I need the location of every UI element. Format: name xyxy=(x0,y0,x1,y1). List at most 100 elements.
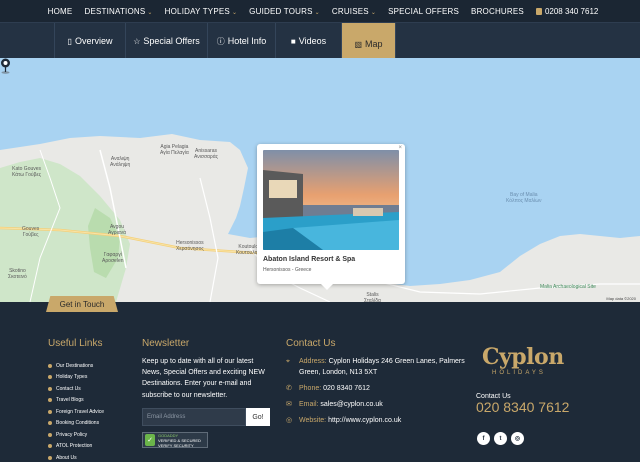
nav-item-cruises[interactable]: CRUISES ⌄ xyxy=(326,7,382,16)
location-pin-icon: ⌖ xyxy=(286,358,290,365)
map-label-hersonissos: Hersonissos Χερσόνησος xyxy=(176,240,204,252)
document-icon: ▯ xyxy=(67,36,72,46)
footer-link[interactable]: Foreign Travel Advice xyxy=(48,406,104,418)
bullet-icon xyxy=(48,375,52,380)
envelope-icon: ✉ xyxy=(286,401,292,408)
contact-phone-number[interactable]: 020 8340 7612 xyxy=(476,399,569,415)
newsletter-form: Email Address Go! xyxy=(142,408,270,426)
footer-link-label: Privacy Policy xyxy=(56,431,88,438)
bullet-icon xyxy=(48,409,52,414)
bullet-icon xyxy=(48,444,52,449)
tab-overview[interactable]: ▯ Overview xyxy=(54,23,126,59)
nav-item-special-offers[interactable]: SPECIAL OFFERS xyxy=(382,7,465,16)
contact-label: Email: xyxy=(299,401,319,408)
map-marker-icon[interactable] xyxy=(0,58,11,74)
info-icon: ⓘ xyxy=(216,36,225,46)
nav-item-label: DESTINATIONS xyxy=(84,6,146,16)
facebook-icon[interactable]: f xyxy=(477,432,490,445)
badge-line-2: VERIFIED & SECURED xyxy=(158,437,201,443)
footer-link[interactable]: About Us xyxy=(48,452,104,462)
newsletter-go-button[interactable]: Go! xyxy=(246,408,270,426)
map-data-credit: Map data ©2020 xyxy=(606,296,636,301)
contact-label: Address: xyxy=(299,358,327,365)
nav-item-brochures[interactable]: BROCHURES xyxy=(465,7,530,16)
tab-hotel-info[interactable]: ⓘ Hotel Info xyxy=(208,23,276,59)
map-label-malia-archaeological-site: Malia Archaeological Site xyxy=(540,284,596,290)
chevron-down-icon: ⌄ xyxy=(314,9,320,16)
hotel-popup-title: Abaton Island Resort & Spa xyxy=(263,256,356,263)
footer-link[interactable]: Privacy Policy xyxy=(48,429,104,441)
site-footer: Useful Links Our Destinations Holiday Typ… xyxy=(0,302,640,462)
map-label-skotino: Skotino Σκοτεινό xyxy=(8,268,27,280)
phone-icon: ✆ xyxy=(286,385,292,392)
shield-check-icon: ✓ xyxy=(145,434,155,446)
newsletter-email-input[interactable]: Email Address xyxy=(142,408,246,426)
footer-link-label: Our Destinations xyxy=(56,362,94,369)
bullet-icon xyxy=(48,421,52,426)
footer-link[interactable]: Booking Conditions xyxy=(48,418,104,430)
map-icon: ▧ xyxy=(354,39,363,49)
nav-item-home[interactable]: HOME xyxy=(42,7,79,16)
newsletter-text: Keep up to date with all of our latest N… xyxy=(142,358,265,399)
contact-us-title: Contact Us xyxy=(286,338,336,349)
popup-close-icon[interactable]: × xyxy=(398,145,402,151)
hotel-popup-location: Hersonissos - Greece xyxy=(263,267,312,273)
footer-link-label: Booking Conditions xyxy=(56,420,100,427)
newsletter-title: Newsletter xyxy=(142,338,190,349)
badge-line-3: VERIFY SECURITY xyxy=(158,442,194,448)
footer-link[interactable]: Holiday Types xyxy=(48,372,104,384)
hotel-info-popup[interactable]: × Abaton Island Resort & Spa Hersonissos… xyxy=(257,144,405,290)
twitter-icon[interactable]: t xyxy=(494,432,507,445)
map-view[interactable]: Kato Gouves Κάτω Γούβες Agia Pelagia Αγί… xyxy=(0,58,640,302)
contact-row[interactable]: ◎ Website: http://www.cyplon.co.uk xyxy=(286,415,466,426)
footer-link-label: About Us xyxy=(56,454,77,461)
footer-link[interactable]: ATOL Protection xyxy=(48,441,104,453)
map-label-gouves: Gouves Γούβες xyxy=(22,226,40,238)
contact-row: ⌖ Address: Cyplon Holidays 246 Green Lane… xyxy=(286,356,466,378)
top-navigation: HOME DESTINATIONS ⌄ HOLIDAY TYPES ⌄ GUIDED TO… xyxy=(0,0,640,22)
cyplon-logo[interactable]: Cyplon HOLIDAYS xyxy=(482,344,572,388)
nav-item-destinations[interactable]: DESTINATIONS ⌄ xyxy=(78,7,158,16)
footer-link-label: Holiday Types xyxy=(56,374,88,381)
footer-link[interactable]: Travel Blogs xyxy=(48,395,104,407)
map-label-anissaras: Anissaras Ανισσαράς xyxy=(194,148,219,160)
contact-row[interactable]: ✉ Email: sales@cyplon.co.uk xyxy=(286,399,466,410)
tab-special-offers[interactable]: ☆ Special Offers xyxy=(126,23,208,59)
footer-link-label: Contact Us xyxy=(56,385,81,392)
useful-links-list: Our Destinations Holiday Types Contact Us T… xyxy=(48,360,104,462)
get-in-touch-tab[interactable]: Get in Touch xyxy=(46,296,118,312)
logo-tagline: HOLIDAYS xyxy=(492,370,546,376)
map-label-stalis: Stalis Σταλίδα xyxy=(364,292,381,302)
nav-item-label: GUIDED TOURS xyxy=(249,6,313,16)
bullet-icon xyxy=(48,363,52,368)
useful-links-title: Useful Links xyxy=(48,338,103,349)
instagram-icon[interactable]: ◎ xyxy=(511,432,524,445)
contact-details: ⌖ Address: Cyplon Holidays 246 Green Lane… xyxy=(286,356,466,431)
bullet-icon xyxy=(48,386,52,391)
chevron-down-icon: ⌄ xyxy=(147,9,153,16)
footer-link[interactable]: Contact Us xyxy=(48,383,104,395)
chevron-down-icon: ⌄ xyxy=(231,9,238,16)
nav-item-label: BROCHURES xyxy=(471,6,524,16)
contact-label: Phone: xyxy=(299,385,322,392)
nav-item-label: HOLIDAY TYPES xyxy=(164,6,230,16)
nav-phone-link[interactable]: 0208 340 7612 xyxy=(530,7,598,16)
contact-value: 020 8340 7612 xyxy=(323,385,370,392)
map-label-bay-of-malia: Bay of Malia Κόλπος Μαλίων xyxy=(506,192,542,204)
bullet-icon xyxy=(48,455,52,460)
footer-link[interactable]: Our Destinations xyxy=(48,360,104,372)
nav-item-holiday-types[interactable]: HOLIDAY TYPES ⌄ xyxy=(159,7,244,16)
phone-icon xyxy=(535,7,542,15)
tab-videos[interactable]: ■ Videos xyxy=(276,23,342,59)
godaddy-security-badge[interactable]: ✓ GODADDY VERIFIED & SECURED VERIFY SECU… xyxy=(142,432,208,448)
bullet-icon xyxy=(48,398,52,403)
footer-link-label: ATOL Protection xyxy=(56,443,93,450)
contact-row[interactable]: ✆ Phone: 020 8340 7612 xyxy=(286,383,466,394)
hotel-photo xyxy=(263,150,399,250)
map-label-avgou: Avgou Αγριανά xyxy=(108,224,126,236)
nav-item-label: CRUISES xyxy=(331,6,369,16)
bullet-icon xyxy=(48,432,52,437)
tab-label: Hotel Info xyxy=(227,36,267,46)
contact-label: Website: xyxy=(299,417,327,424)
nav-item-guided-tours[interactable]: GUIDED TOURS ⌄ xyxy=(243,7,326,16)
